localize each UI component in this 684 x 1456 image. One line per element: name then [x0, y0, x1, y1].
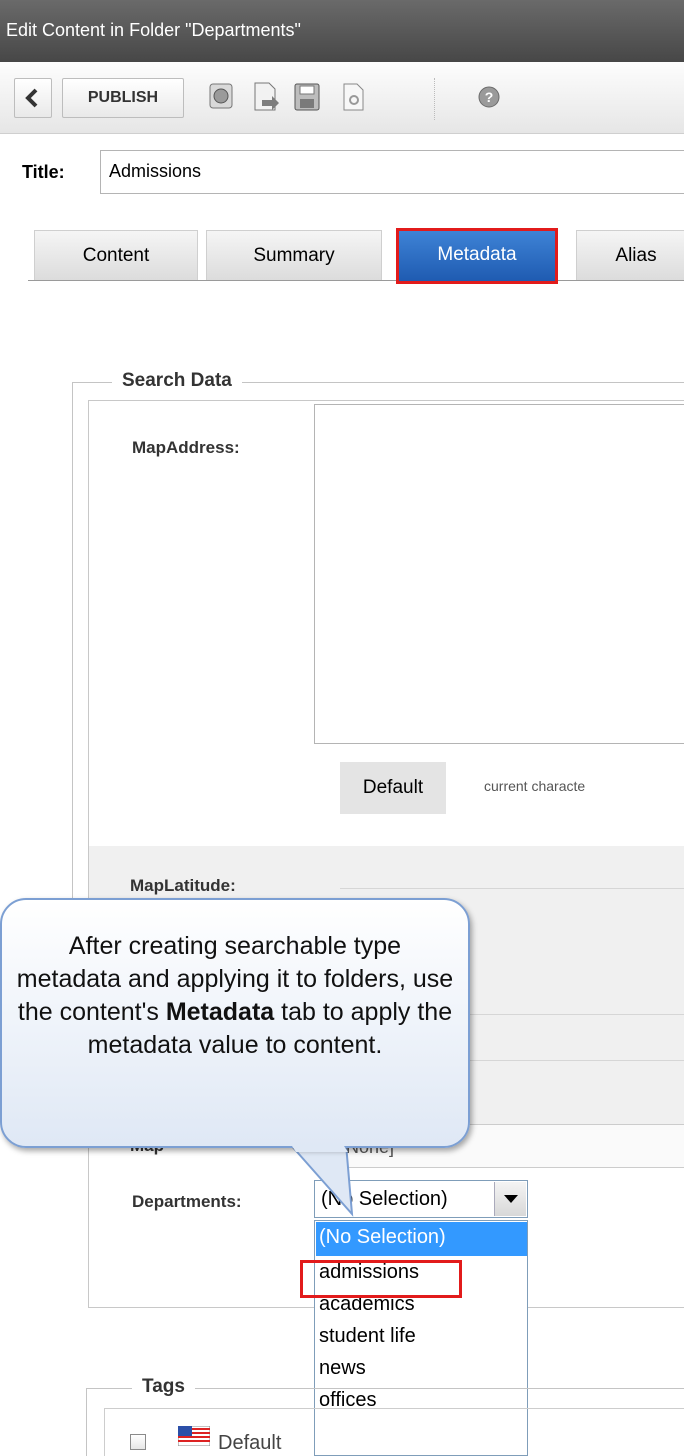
tab-content[interactable]: Content	[34, 230, 198, 280]
back-button[interactable]	[14, 78, 52, 118]
title-input-value: Admissions	[109, 161, 202, 181]
divider	[440, 1060, 684, 1061]
tags-legend: Tags	[132, 1376, 195, 1398]
chevron-down-icon[interactable]	[494, 1182, 526, 1216]
help-icon[interactable]: ?	[472, 80, 506, 114]
checkin-icon[interactable]	[204, 80, 238, 114]
tag-default-label: Default	[218, 1432, 282, 1454]
dropdown-option[interactable]: student life	[319, 1325, 416, 1348]
dropdown-option[interactable]: news	[319, 1357, 366, 1380]
toolbar-separator	[434, 78, 435, 120]
publish-button[interactable]: PUBLISH	[62, 78, 184, 118]
tabs-divider	[28, 280, 684, 281]
properties-icon[interactable]	[336, 80, 370, 114]
callout-text-bold: Metadata	[165, 998, 275, 1026]
search-data-legend: Search Data	[112, 370, 242, 392]
departments-label: Departments:	[132, 1192, 242, 1211]
dropdown-option[interactable]: (No Selection)	[316, 1222, 527, 1256]
toolbar: PUBLISH ?	[0, 62, 684, 134]
highlight-box	[300, 1260, 462, 1298]
map-address-textarea[interactable]	[314, 404, 684, 744]
map-latitude-label: MapLatitude:	[130, 876, 236, 895]
us-flag-icon	[178, 1426, 210, 1446]
tab-metadata[interactable]: Metadata	[396, 228, 558, 284]
tab-alias[interactable]: Alias	[576, 230, 684, 280]
preview-icon[interactable]	[248, 80, 282, 114]
character-count-note: current characte	[484, 778, 586, 794]
callout-tooltip: After creating searchable type metadata …	[0, 898, 470, 1148]
back-arrow-icon	[25, 88, 38, 108]
default-button[interactable]: Default	[340, 762, 446, 814]
map-address-label: MapAddress:	[132, 438, 240, 457]
title-input[interactable]: Admissions	[100, 150, 684, 194]
title-label: Title:	[22, 162, 65, 182]
departments-selected-value: (No Selection)	[321, 1188, 448, 1210]
svg-text:?: ?	[485, 89, 494, 105]
window-title: Edit Content in Folder "Departments"	[6, 20, 301, 40]
tab-summary[interactable]: Summary	[206, 230, 382, 280]
map-latitude-field[interactable]	[340, 888, 684, 889]
window-title-bar: Edit Content in Folder "Departments"	[0, 0, 684, 62]
save-icon[interactable]	[290, 80, 324, 114]
divider	[440, 1014, 684, 1015]
tag-checkbox[interactable]	[130, 1434, 146, 1450]
